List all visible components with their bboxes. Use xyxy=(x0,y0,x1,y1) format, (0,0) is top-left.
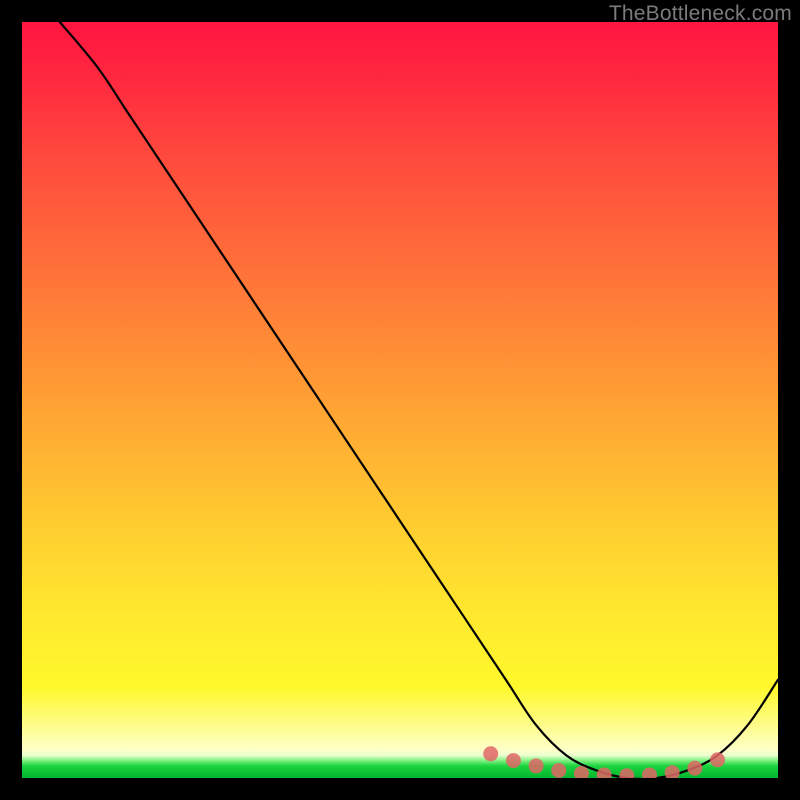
threshold-dot xyxy=(710,752,725,767)
threshold-dot xyxy=(483,746,498,761)
threshold-dot xyxy=(529,758,544,773)
curve-line xyxy=(60,22,778,778)
attribution-text: TheBottleneck.com xyxy=(609,2,792,26)
threshold-dot xyxy=(619,768,634,778)
threshold-dot xyxy=(665,765,680,778)
threshold-dot xyxy=(506,753,521,768)
threshold-dots xyxy=(483,746,725,778)
threshold-dot xyxy=(642,767,657,778)
chart-stage: TheBottleneck.com xyxy=(0,0,800,800)
plot-area xyxy=(22,22,778,778)
threshold-dot xyxy=(574,766,589,778)
chart-svg xyxy=(22,22,778,778)
threshold-dot xyxy=(551,763,566,778)
threshold-dot xyxy=(597,767,612,778)
threshold-dot xyxy=(687,761,702,776)
